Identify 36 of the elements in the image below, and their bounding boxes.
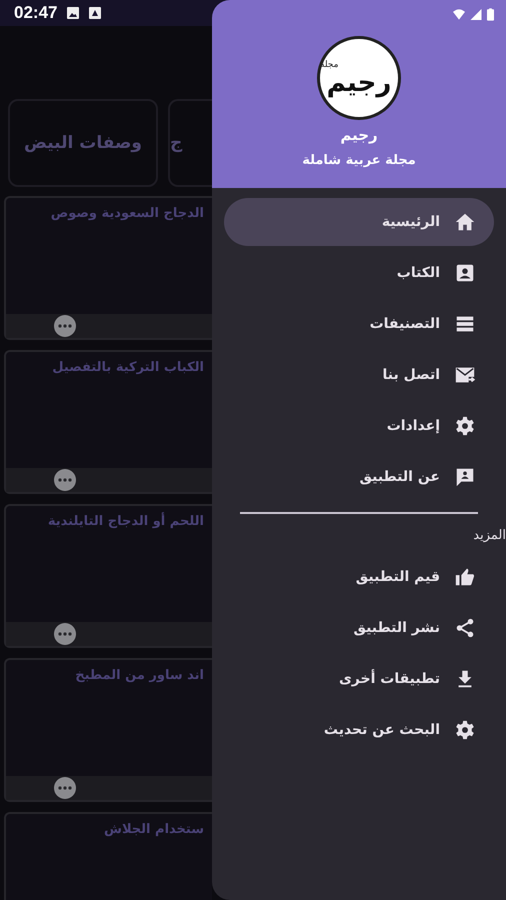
contact-icon xyxy=(454,262,476,284)
recipe-title: الدجاج السعودية وصوص xyxy=(50,205,205,221)
settings-icon xyxy=(454,415,476,437)
menu-item[interactable]: التصنيفات xyxy=(224,300,494,348)
recipe-title: الكباب التركية بالتفصيل xyxy=(51,359,205,375)
menu-item[interactable]: الكتاب xyxy=(224,249,494,297)
recipe-title: اللحم أو الدجاج التايلندية xyxy=(46,511,205,529)
menu-item[interactable]: إعدادات xyxy=(224,402,494,450)
signal-icon xyxy=(470,8,482,20)
more-icon[interactable] xyxy=(54,315,76,337)
notification-icon xyxy=(89,7,102,19)
app-subtitle: مجلة عربية شاملة xyxy=(302,153,416,168)
wifi-icon xyxy=(453,8,465,20)
menu-item[interactable]: قيم التطبيق xyxy=(224,553,494,601)
recipe-title: ستخدام الجلاش xyxy=(103,821,205,837)
menu-item[interactable]: اتصل بنا xyxy=(224,351,494,399)
menu-item[interactable]: عن التطبيق xyxy=(224,453,494,501)
more-icon[interactable] xyxy=(54,777,76,799)
share-icon xyxy=(454,617,476,639)
menu-item[interactable]: البحث عن تحديث xyxy=(224,706,494,754)
menu-item[interactable]: تطبيقات أخرى xyxy=(224,655,494,703)
more-icon[interactable] xyxy=(54,623,76,645)
menu-item[interactable]: نشر التطبيق xyxy=(224,604,494,652)
menu-item[interactable]: الرئيسية xyxy=(224,198,494,246)
logo-text: رجيم xyxy=(326,70,392,96)
battery-icon xyxy=(487,8,494,20)
image-icon xyxy=(67,7,80,19)
home-icon xyxy=(454,211,476,233)
settings-icon xyxy=(454,719,476,741)
status-time: 02:47 xyxy=(14,3,58,23)
feedback-icon xyxy=(454,466,476,488)
app-title: رجيم xyxy=(340,126,378,144)
section-label: المزيد xyxy=(472,527,506,543)
thumbs-up-icon xyxy=(454,566,476,588)
recipe-title: اند ساور من المطبخ xyxy=(74,667,205,683)
more-icon[interactable] xyxy=(54,469,76,491)
